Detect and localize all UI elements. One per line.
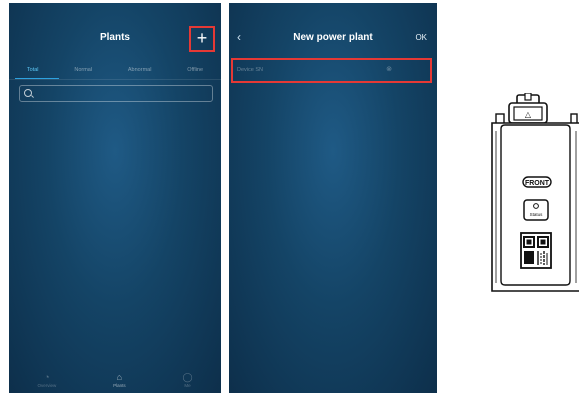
nav-label: Overview bbox=[37, 383, 57, 388]
divider bbox=[9, 79, 221, 80]
delta-icon: △ bbox=[525, 110, 532, 119]
clear-icon[interactable]: ⊗ bbox=[386, 65, 392, 73]
nav-overview[interactable]: ◔ Overview bbox=[37, 369, 56, 393]
title-bar: ‹ New power plant OK bbox=[229, 21, 437, 61]
bottom-navigation: ◔ Overview ⌂ Plants ◯ Me bbox=[9, 369, 221, 393]
nav-me[interactable]: ◯ Me bbox=[182, 369, 192, 393]
add-plant-button[interactable]: + bbox=[189, 26, 215, 52]
tab-normal[interactable]: Normal bbox=[74, 67, 92, 73]
device-illustration: △ FRONT Status bbox=[491, 93, 579, 292]
page-title: New power plant bbox=[293, 32, 373, 43]
nav-label: Plants bbox=[113, 383, 126, 388]
status-label: Status bbox=[530, 212, 544, 217]
device-sn-input[interactable]: Device SN ⊗ bbox=[231, 58, 432, 83]
status-tabs: Total Normal Abnormal Offline bbox=[9, 61, 221, 79]
device-sn-placeholder: Device SN bbox=[237, 67, 263, 73]
ok-button[interactable]: OK bbox=[415, 33, 427, 42]
front-label: FRONT bbox=[525, 180, 550, 187]
status-bar bbox=[229, 3, 437, 19]
nav-label: Me bbox=[184, 383, 191, 388]
new-plant-screen: ‹ New power plant OK Device SN ⊗ bbox=[229, 3, 437, 393]
search-input[interactable] bbox=[19, 85, 213, 102]
title-bar: Plants + bbox=[9, 21, 221, 61]
plants-screen: Plants + Total Normal Abnormal Offline ◔… bbox=[9, 3, 221, 393]
nav-plants[interactable]: ⌂ Plants bbox=[113, 369, 126, 393]
status-bar bbox=[9, 3, 221, 19]
me-icon: ◯ bbox=[182, 372, 193, 382]
tab-offline[interactable]: Offline bbox=[187, 67, 203, 73]
plus-icon: + bbox=[196, 28, 208, 48]
plants-icon: ⌂ bbox=[116, 372, 123, 382]
tab-abnormal[interactable]: Abnormal bbox=[128, 67, 152, 73]
overview-icon: ◔ bbox=[44, 372, 50, 382]
search-icon bbox=[24, 89, 32, 97]
tab-total[interactable]: Total bbox=[27, 67, 39, 73]
